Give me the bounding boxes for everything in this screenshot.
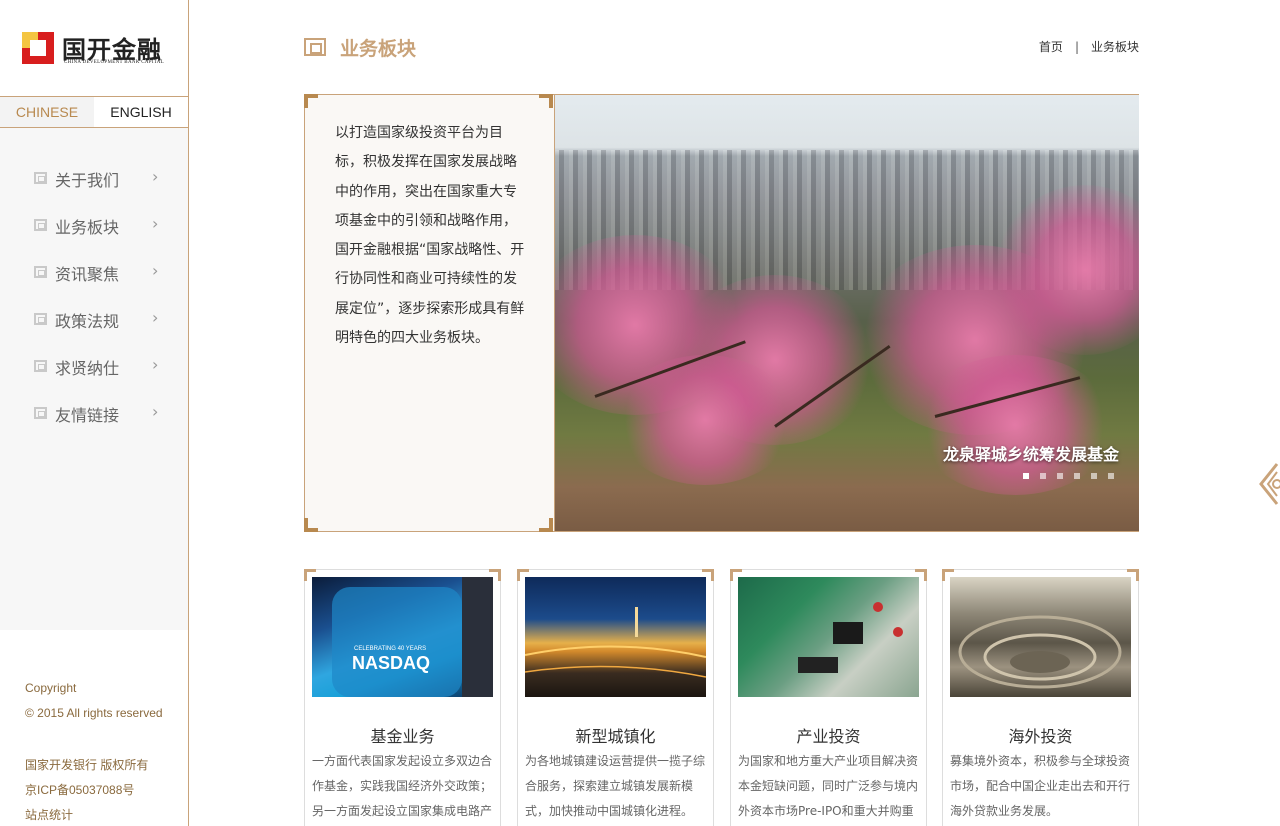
corner-ornament	[539, 94, 553, 108]
hero-caption: 龙泉驿城乡统筹发展基金	[942, 445, 1119, 464]
card-description: 为各地城镇建设运营提供一揽子综合服务，探索建立城镇发展新模式，加快推动中国城镇化…	[525, 754, 706, 818]
chevron-right-icon: ›	[152, 402, 159, 421]
square-spiral-icon	[34, 407, 47, 419]
chevron-right-icon: ›	[152, 308, 159, 327]
logo[interactable]: 国开金融 CHINA DEVELOPMENT BANK CAPITAL	[22, 30, 172, 70]
card-fund[interactable]: CELEBRATING 40 YEARS NASDAQ 基金业务 一方面代表国家…	[304, 569, 501, 826]
sidebar-item-policy[interactable]: 政策法规 ›	[0, 299, 188, 339]
slider-dot[interactable]	[1091, 473, 1097, 479]
square-spiral-icon	[34, 313, 47, 325]
slider-pagination	[1023, 473, 1114, 479]
lang-chinese[interactable]: CHINESE	[0, 97, 94, 127]
card-image[interactable]	[525, 577, 706, 697]
card-description: 募集境外资本，积极参与全球投资市场，配合中国企业走出去和开行海外贷款业务发展。	[950, 754, 1131, 818]
slider-dot[interactable]	[1108, 473, 1114, 479]
card-image[interactable]	[950, 577, 1131, 697]
corner-ornament	[304, 94, 318, 108]
sidebar-item-label: 关于我们	[55, 171, 120, 190]
card-overseas[interactable]: 海外投资 募集境外资本，积极参与全球投资市场，配合中国企业走出去和开行海外贷款业…	[942, 569, 1139, 826]
language-switcher: CHINESE ENGLISH	[0, 96, 188, 128]
slider-dot[interactable]	[1057, 473, 1063, 479]
lang-english[interactable]: ENGLISH	[94, 97, 188, 127]
breadcrumb-current[interactable]: 业务板块	[1091, 40, 1139, 54]
card-urbanization[interactable]: 新型城镇化 为各地城镇建设运营提供一揽子综合服务，探索建立城镇发展新模式，加快推…	[517, 569, 714, 826]
card-title: 产业投资	[796, 727, 861, 746]
square-spiral-icon	[34, 172, 47, 184]
footer-owner: 国家开发银行 版权所有	[25, 758, 149, 772]
sidebar-item-label: 友情链接	[55, 406, 120, 425]
breadcrumb: 首页 | 业务板块	[1039, 38, 1139, 55]
hero-slide-image[interactable]: 龙泉驿城乡统筹发展基金	[555, 95, 1139, 531]
footer-icp-link[interactable]: 京ICP备05037088号	[25, 781, 134, 798]
card-title: 新型城镇化	[575, 727, 656, 746]
chevron-right-icon: ›	[152, 355, 159, 374]
card-description: 一方面代表国家发起设立多双边合作基金，实践我国经济外交政策；另一方面发起设立国家…	[312, 754, 493, 818]
square-spiral-icon	[304, 38, 326, 56]
card-industry[interactable]: 产业投资 为国家和地方重大产业项目解决资本金短缺问题，同时广泛参与境内外资本市场…	[730, 569, 927, 826]
side-ornament-icon[interactable]	[1255, 462, 1280, 506]
square-spiral-icon	[34, 266, 47, 278]
sidebar-item-links[interactable]: 友情链接 ›	[0, 393, 188, 433]
chevron-right-icon: ›	[152, 261, 159, 280]
card-image[interactable]: CELEBRATING 40 YEARS NASDAQ	[312, 577, 493, 697]
corner-ornament	[304, 518, 318, 532]
sidebar-item-about[interactable]: 关于我们 ›	[0, 158, 188, 198]
square-spiral-icon	[34, 360, 47, 372]
sidebar-item-label: 求贤纳仕	[55, 359, 120, 378]
card-title: 基金业务	[370, 727, 435, 746]
breadcrumb-separator: |	[1074, 40, 1079, 54]
sidebar-item-news[interactable]: 资讯聚焦 ›	[0, 252, 188, 292]
sidebar-item-business[interactable]: 业务板块 ›	[0, 205, 188, 245]
blossom-cluster	[615, 355, 795, 485]
svg-text:CELEBRATING 40 YEARS: CELEBRATING 40 YEARS	[354, 646, 426, 652]
footer-copyright: Copyright	[25, 681, 77, 695]
slider-dot[interactable]	[1074, 473, 1080, 479]
breadcrumb-home[interactable]: 首页	[1039, 40, 1063, 54]
chevron-right-icon: ›	[152, 167, 159, 186]
svg-text:NASDAQ: NASDAQ	[352, 653, 430, 673]
slider-dot[interactable]	[1023, 473, 1029, 479]
card-title: 海外投资	[1008, 727, 1073, 746]
hero-banner: 以打造国家级投资平台为目标，积极发挥在国家发展战略中的作用，突出在国家重大专项基…	[304, 94, 1139, 532]
corner-ornament	[539, 518, 553, 532]
footer-stats-link[interactable]: 站点统计	[25, 806, 73, 823]
sidebar-item-label: 资讯聚焦	[55, 265, 120, 284]
sidebar-item-careers[interactable]: 求贤纳仕 ›	[0, 346, 188, 386]
sidebar-item-label: 政策法规	[55, 312, 120, 331]
logo-mark-icon	[22, 32, 54, 64]
slider-dot[interactable]	[1040, 473, 1046, 479]
page-title: 业务板块	[340, 38, 417, 60]
logo-text-en: CHINA DEVELOPMENT BANK CAPITAL	[64, 60, 165, 65]
footer-rights: © 2015 All rights reserved	[25, 706, 163, 720]
chevron-right-icon: ›	[152, 214, 159, 233]
hero-description: 以打造国家级投资平台为目标，积极发挥在国家发展战略中的作用，突出在国家重大专项基…	[335, 125, 525, 347]
card-image[interactable]	[738, 577, 919, 697]
sidebar-nav: 关于我们 › 业务板块 › 资讯聚焦 › 政策法规 › 求贤纳仕 › 友情链接 …	[0, 128, 188, 630]
hero-intro-box: 以打造国家级投资平台为目标，积极发挥在国家发展战略中的作用，突出在国家重大专项基…	[305, 95, 555, 531]
sidebar-item-label: 业务板块	[55, 218, 120, 237]
square-spiral-icon	[34, 219, 47, 231]
sidebar: 国开金融 CHINA DEVELOPMENT BANK CAPITAL CHIN…	[0, 0, 189, 826]
card-description: 为国家和地方重大产业项目解决资本金短缺问题，同时广泛参与境内外资本市场Pre-I…	[738, 754, 919, 818]
